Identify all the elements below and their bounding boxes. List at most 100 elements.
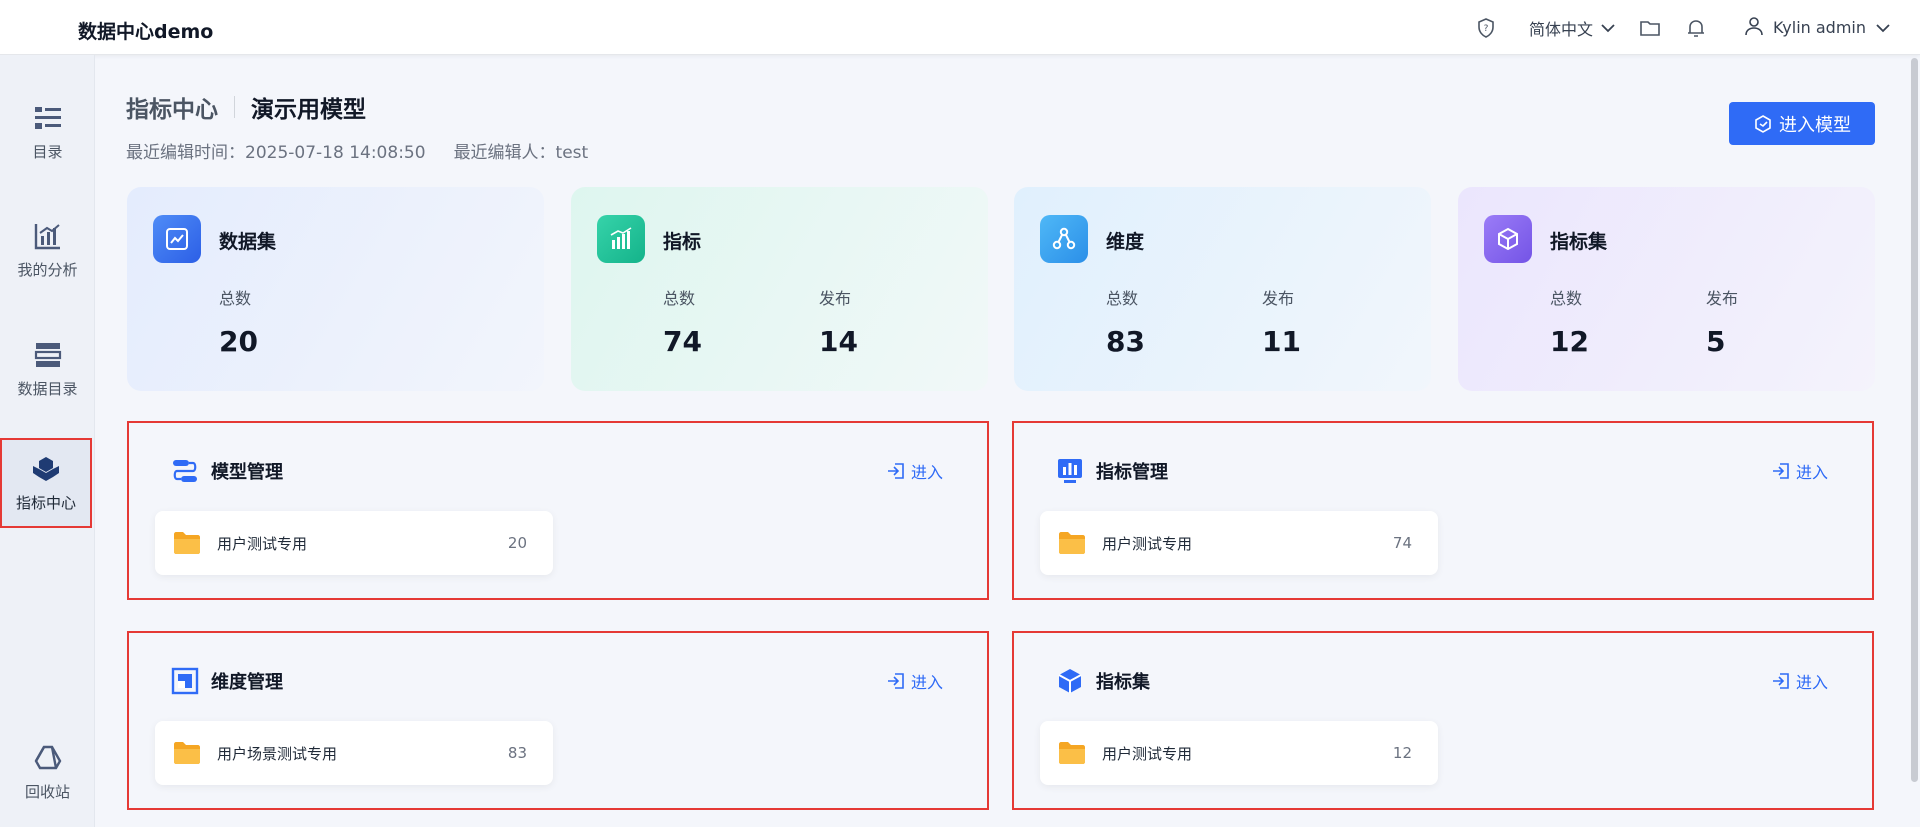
- dimensions-icon: [1040, 215, 1088, 263]
- stat-published-label: 发布: [1706, 289, 1739, 308]
- enter-model-button[interactable]: 进入模型: [1729, 102, 1875, 145]
- sidebar-item-data-catalog[interactable]: 数据目录: [0, 324, 95, 414]
- stat-card-dataset[interactable]: 数据集 总数 20: [127, 187, 544, 391]
- user-name: Kylin admin: [1772, 18, 1866, 37]
- enter-link[interactable]: 进入: [1772, 459, 1828, 483]
- sidebar-item-recycle-bin[interactable]: 回收站: [0, 727, 95, 817]
- scrollbar[interactable]: [1911, 58, 1918, 782]
- section-model-management: 模型管理 进入 用户测试专用 20: [127, 421, 989, 600]
- sidebar-item-my-analysis[interactable]: 我的分析: [0, 205, 95, 295]
- metric-set-icon: [1484, 215, 1532, 263]
- section-title: 指标集: [1056, 667, 1150, 695]
- section-metric-management: 指标管理 进入 用户测试专用 74: [1012, 421, 1874, 600]
- section-title: 指标管理: [1056, 457, 1168, 485]
- stat-total-label: 总数: [1106, 289, 1139, 308]
- sidebar-item-label: 回收站: [24, 782, 70, 801]
- sidebar-item-metrics-center[interactable]: 指标中心: [0, 438, 92, 528]
- section-title: 模型管理: [171, 457, 283, 485]
- bell-icon[interactable]: [1685, 17, 1707, 39]
- model-icon: [1753, 114, 1773, 134]
- enter-label: 进入: [1795, 463, 1828, 482]
- section-title-text: 指标管理: [1096, 462, 1168, 483]
- sidebar-item-label: 指标中心: [15, 493, 76, 512]
- stat-title: 指标: [663, 231, 702, 253]
- metrics-icon: [597, 215, 645, 263]
- breadcrumb-divider: [234, 96, 235, 118]
- enter-icon: [1772, 462, 1790, 480]
- stat-total-label: 总数: [219, 289, 252, 308]
- folder-name: 用户测试专用: [1102, 534, 1193, 553]
- folder-icon: [173, 531, 201, 555]
- breadcrumb-section[interactable]: 指标中心: [126, 90, 218, 124]
- top-actions: ? 简体中文 Kylin admin: [1451, 0, 1890, 55]
- stat-card-metrics[interactable]: 指标 总数 发布 74 14: [571, 187, 988, 391]
- enter-icon: [1772, 672, 1790, 690]
- enter-icon: [887, 672, 905, 690]
- folder-card[interactable]: 用户测试专用 20: [155, 511, 553, 575]
- folder-name: 用户测试专用: [217, 534, 308, 553]
- dataset-icon: [153, 215, 201, 263]
- stat-published-label: 发布: [819, 289, 852, 308]
- folder-card[interactable]: 用户测试专用 12: [1040, 721, 1438, 785]
- sidebar: 目录 我的分析 数据目录 指标中心 回收站: [0, 55, 95, 827]
- sidebar-item-label: 我的分析: [17, 260, 78, 279]
- section-title-text: 模型管理: [211, 462, 283, 483]
- folder-count: 83: [507, 744, 527, 762]
- enter-icon: [887, 462, 905, 480]
- chevron-down-icon: [1876, 18, 1890, 37]
- folder-icon: [1058, 531, 1086, 555]
- metric-set-icon: [1056, 667, 1084, 695]
- stat-total-value: 20: [219, 325, 258, 358]
- edit-meta: 最近编辑时间：2025-07-18 14:08:50 最近编辑人：test: [126, 138, 588, 163]
- enter-link[interactable]: 进入: [887, 459, 943, 483]
- app-title: 数据中心demo: [78, 21, 214, 43]
- folder-card[interactable]: 用户场景测试专用 83: [155, 721, 553, 785]
- catalog-icon: [33, 103, 63, 133]
- folder-count: 20: [507, 534, 527, 552]
- section-dimension-management: 维度管理 进入 用户场景测试专用 83: [127, 631, 989, 810]
- data-catalog-icon: [33, 340, 63, 370]
- enter-model-label: 进入模型: [1779, 114, 1851, 136]
- recycle-bin-icon: [33, 743, 63, 773]
- metric-management-icon: [1056, 457, 1084, 485]
- stat-title: 维度: [1106, 231, 1145, 253]
- section-title-text: 维度管理: [211, 672, 283, 693]
- top-bar: 数据中心demo ? 简体中文 Kylin admin: [0, 0, 1920, 55]
- sidebar-item-label: 目录: [32, 142, 63, 161]
- user-menu[interactable]: Kylin admin: [1745, 16, 1890, 40]
- folder-name: 用户场景测试专用: [217, 744, 338, 763]
- stat-published-value: 5: [1706, 325, 1726, 358]
- language-selector[interactable]: 简体中文: [1529, 16, 1615, 40]
- enter-label: 进入: [910, 673, 943, 692]
- folder-card[interactable]: 用户测试专用 74: [1040, 511, 1438, 575]
- stat-total-label: 总数: [1550, 289, 1583, 308]
- metrics-center-icon: [31, 454, 61, 484]
- section-title-text: 指标集: [1096, 672, 1150, 693]
- enter-link[interactable]: 进入: [887, 669, 943, 693]
- model-management-icon: [171, 457, 199, 485]
- stat-title: 数据集: [219, 231, 277, 253]
- enter-label: 进入: [910, 463, 943, 482]
- stat-published-label: 发布: [1262, 289, 1295, 308]
- chevron-down-icon: [1601, 18, 1615, 37]
- folder-icon: [1058, 741, 1086, 765]
- enter-label: 进入: [1795, 673, 1828, 692]
- stat-total-value: 12: [1550, 325, 1589, 358]
- stat-published-value: 11: [1262, 325, 1301, 358]
- dimension-management-icon: [171, 667, 199, 695]
- stat-card-metric-sets[interactable]: 指标集 总数 发布 12 5: [1458, 187, 1875, 391]
- user-icon: [1745, 16, 1763, 40]
- shield-help-icon[interactable]: ?: [1475, 17, 1497, 39]
- sidebar-item-catalog[interactable]: 目录: [0, 87, 95, 177]
- stat-published-value: 14: [819, 325, 858, 358]
- stat-card-dimensions[interactable]: 维度 总数 发布 83 11: [1014, 187, 1431, 391]
- enter-link[interactable]: 进入: [1772, 669, 1828, 693]
- stat-total-value: 74: [663, 325, 702, 358]
- folder-name: 用户测试专用: [1102, 744, 1193, 763]
- folder-icon: [173, 741, 201, 765]
- folder-icon[interactable]: [1639, 17, 1661, 39]
- last-editor: 最近编辑人：test: [453, 143, 589, 163]
- section-metric-sets: 指标集 进入 用户测试专用 12: [1012, 631, 1874, 810]
- stat-total-label: 总数: [663, 289, 696, 308]
- language-label: 简体中文: [1528, 19, 1593, 39]
